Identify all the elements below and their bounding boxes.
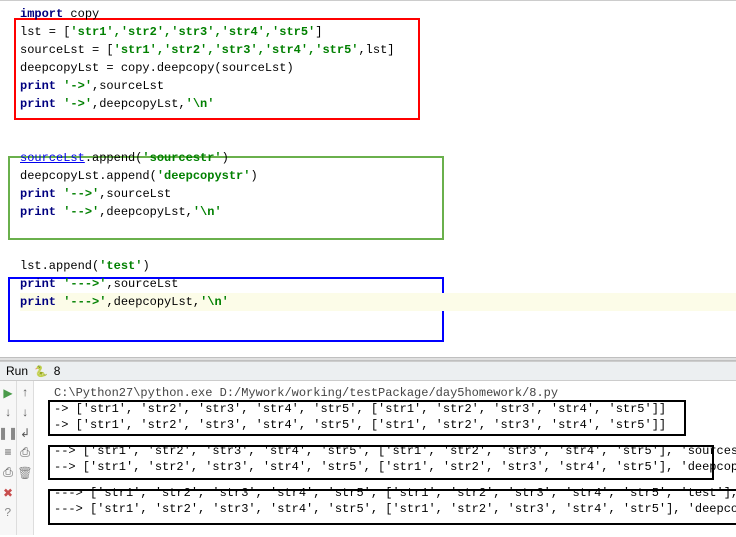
run-gutter-right: ↑ ↓ ↲ ⎙ 🗑 [17, 381, 34, 535]
run-label: Run [6, 364, 28, 378]
code-line[interactable]: print '-->',deepcopyLst,'\n' [20, 203, 736, 221]
code-line[interactable]: print '->',sourceLst [20, 77, 736, 95]
console-line: --> ['str1', 'str2', 'str3', 'str4', 'st… [54, 459, 736, 475]
code-line[interactable]: sourceLst.append('sourcestr') [20, 149, 736, 167]
close-button[interactable]: ✖ [0, 485, 16, 501]
run-script-name: 8 [54, 364, 61, 378]
print-button[interactable]: ⎙ [0, 465, 16, 481]
code-line[interactable]: lst = ['str1','str2','str3','str4','str5… [20, 23, 736, 41]
play-icon: ▶ [3, 386, 12, 401]
console-line: --> ['str1', 'str2', 'str3', 'str4', 'st… [54, 443, 736, 459]
print-icon: ⎙ [3, 466, 13, 480]
up-icon: ↑ [21, 386, 28, 400]
pause-button[interactable]: ❚❚ [0, 425, 16, 441]
console-line: ---> ['str1', 'str2', 'str3', 'str4', 's… [54, 485, 736, 501]
print-button2[interactable]: ⎙ [17, 445, 33, 461]
run-panel-header: Run 8 [0, 361, 736, 381]
code-line[interactable]: print '-->',sourceLst [20, 185, 736, 203]
code-line-current[interactable]: print '--->',deepcopyLst,'\n' [20, 293, 736, 311]
code-line[interactable]: print '->',deepcopyLst,'\n' [20, 95, 736, 113]
help-icon: ? [4, 506, 11, 520]
scroll-up-button[interactable]: ↑ [17, 385, 33, 401]
console-line: ---> ['str1', 'str2', 'str3', 'str4', 's… [54, 501, 736, 517]
pause-icon: ❚❚ [0, 426, 18, 441]
layout-icon: ≡ [4, 446, 11, 460]
code-line[interactable]: import copy [20, 5, 736, 23]
code-editor[interactable]: import copy lst = ['str1','str2','str3',… [0, 0, 736, 357]
console-command: C:\Python27\python.exe D:/Mywork/working… [54, 385, 736, 401]
down2-icon: ↓ [21, 406, 28, 420]
close-icon: ✖ [3, 486, 13, 501]
code-line[interactable]: print '--->',sourceLst [20, 275, 736, 293]
wrap-button[interactable]: ↲ [17, 425, 33, 441]
print2-icon: ⎙ [20, 446, 30, 460]
console-output[interactable]: C:\Python27\python.exe D:/Mywork/working… [34, 381, 736, 535]
console-panel: ▶ ↓ ❚❚ ≡ ⎙ ✖ ? ↑ ↓ ↲ ⎙ 🗑 C:\Python27\pyt… [0, 381, 736, 535]
rerun-button[interactable]: ▶ [0, 385, 16, 401]
down-icon: ↓ [4, 406, 11, 420]
run-gutter-left: ▶ ↓ ❚❚ ≡ ⎙ ✖ ? [0, 381, 17, 535]
code-line[interactable]: sourceLst = ['str1','str2','str3','str4'… [20, 41, 736, 59]
trash-icon: 🗑 [17, 466, 32, 481]
down-button[interactable]: ↓ [0, 405, 16, 421]
clear-button[interactable]: 🗑 [17, 465, 33, 481]
scroll-down-button[interactable]: ↓ [17, 405, 33, 421]
console-line: -> ['str1', 'str2', 'str3', 'str4', 'str… [54, 417, 736, 433]
keyword: import [20, 7, 63, 21]
code-line[interactable]: deepcopyLst.append('deepcopystr') [20, 167, 736, 185]
help-button[interactable]: ? [0, 505, 16, 521]
console-line: -> ['str1', 'str2', 'str3', 'str4', 'str… [54, 401, 736, 417]
code-line[interactable]: deepcopyLst = copy.deepcopy(sourceLst) [20, 59, 736, 77]
python-icon [34, 364, 48, 378]
link[interactable]: sourceLst [20, 151, 85, 165]
code-line[interactable]: lst.append('test') [20, 257, 736, 275]
wrap-icon: ↲ [20, 426, 30, 441]
layout-button[interactable]: ≡ [0, 445, 16, 461]
